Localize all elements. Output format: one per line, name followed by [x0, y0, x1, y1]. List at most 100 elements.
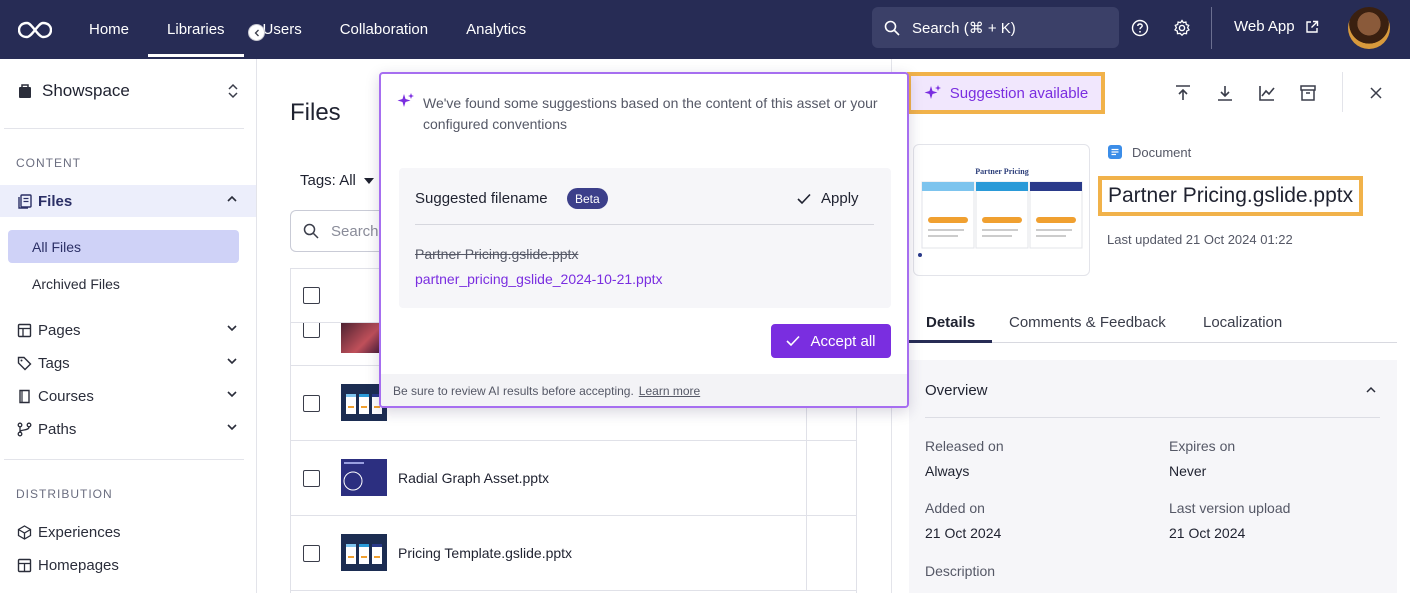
sidebar-item-all-files[interactable]: All Files: [8, 230, 239, 263]
sidebar-item-label: Paths: [38, 420, 77, 438]
chevron-down-icon[interactable]: [226, 388, 238, 400]
workspace-icon: [19, 84, 31, 98]
table-row[interactable]: Radial Graph Asset.pptx: [291, 441, 856, 516]
analytics-chart-icon[interactable]: [1258, 84, 1276, 102]
nav-home[interactable]: Home: [70, 0, 148, 59]
app-logo-icon[interactable]: [0, 0, 70, 59]
chevron-up-icon[interactable]: [226, 193, 238, 205]
sidebar-item-tags[interactable]: Tags: [0, 347, 256, 379]
released-value: Always: [925, 463, 970, 479]
learn-more-link[interactable]: Learn more: [639, 384, 700, 398]
download-icon[interactable]: [1216, 84, 1234, 102]
pages-icon: [17, 323, 32, 337]
settings-gear-icon[interactable]: [1171, 17, 1193, 39]
global-search[interactable]: Search (⌘ + K): [872, 7, 1119, 48]
overview-section: Overview Released on Always Expires on N…: [909, 360, 1397, 593]
nav-analytics[interactable]: Analytics: [447, 0, 545, 59]
chevron-down-icon[interactable]: [226, 355, 238, 367]
chevron-up-icon[interactable]: [1365, 384, 1377, 396]
cube-icon: [17, 524, 32, 540]
workspace-switcher[interactable]: Showspace: [18, 81, 130, 101]
added-value: 21 Oct 2024: [925, 525, 1002, 541]
workspace-name: Showspace: [42, 81, 130, 100]
external-link-icon: [1305, 20, 1318, 33]
suggested-filename: partner_pricing_gslide_2024-10-21.pptx: [415, 271, 663, 287]
tab-localization[interactable]: Localization: [1203, 314, 1282, 331]
sidebar-item-files[interactable]: Files: [0, 185, 256, 217]
file-name[interactable]: Radial Graph Asset.pptx: [398, 470, 549, 486]
nav-libraries[interactable]: Libraries: [148, 0, 244, 59]
sidebar-item-paths[interactable]: Paths: [0, 413, 256, 445]
popover-footer: Be sure to review AI results before acce…: [381, 374, 907, 406]
tag-icon: [17, 356, 32, 370]
page-title: Files: [290, 99, 341, 126]
tags-filter-label: Tags: All: [300, 172, 356, 189]
top-navigation: Home Libraries Users Collaboration Analy…: [0, 0, 1410, 59]
active-tab-indicator: [909, 340, 992, 343]
check-icon: [797, 193, 811, 204]
nav-collaboration[interactable]: Collaboration: [321, 0, 447, 59]
tags-filter-dropdown[interactable]: Tags: All: [300, 172, 374, 189]
row-checkbox[interactable]: [303, 470, 320, 487]
overview-title: Overview: [925, 382, 988, 399]
content-heading: CONTENT: [16, 156, 81, 170]
search-icon: [884, 20, 900, 36]
sidebar-item-label: Experiences: [38, 523, 121, 541]
asset-type: Document: [1107, 144, 1191, 160]
upload-icon[interactable]: [1174, 84, 1192, 102]
close-icon[interactable]: [1367, 84, 1385, 102]
column-divider: [806, 516, 807, 591]
preview-title: Partner Pricing: [975, 167, 1028, 176]
row-checkbox[interactable]: [303, 545, 320, 562]
book-icon: [19, 389, 30, 403]
apply-label: Apply: [821, 190, 859, 207]
sidebar-item-homepages[interactable]: Homepages: [0, 549, 256, 581]
homepage-icon: [17, 558, 32, 572]
chevron-down-icon[interactable]: [226, 421, 238, 433]
sidebar-divider: [4, 459, 244, 460]
tab-comments-feedback[interactable]: Comments & Feedback: [1009, 314, 1166, 331]
files-icon: [18, 193, 32, 209]
tab-details[interactable]: Details: [926, 314, 975, 331]
old-filename: Partner Pricing.gslide.pptx: [415, 246, 579, 262]
web-app-link[interactable]: Web App: [1234, 18, 1319, 35]
user-avatar[interactable]: [1348, 7, 1390, 49]
suggestion-available-button[interactable]: Suggestion available: [907, 72, 1105, 114]
asset-title[interactable]: Partner Pricing.gslide.pptx: [1098, 176, 1364, 216]
sidebar-item-archived-files[interactable]: Archived Files: [8, 267, 239, 300]
sidebar-item-label: Pages: [38, 321, 81, 339]
suggested-filename-heading: Suggested filename: [415, 190, 548, 207]
description-label: Description: [925, 563, 996, 579]
accept-all-button[interactable]: Accept all: [771, 324, 891, 358]
asset-preview-thumbnail[interactable]: Partner Pricing: [913, 144, 1090, 276]
asset-type-label: Document: [1132, 144, 1192, 160]
help-icon[interactable]: [1129, 17, 1151, 39]
apply-button[interactable]: Apply: [797, 190, 859, 207]
caret-down-icon: [363, 177, 374, 184]
sidebar-item-pages[interactable]: Pages: [0, 314, 256, 346]
beta-badge: Beta: [567, 188, 608, 209]
chevron-down-icon[interactable]: [226, 322, 238, 334]
file-name[interactable]: Pricing Template.gslide.pptx: [398, 545, 572, 561]
search-placeholder: Search: [331, 222, 379, 240]
last-updated: Last updated 21 Oct 2024 01:22: [1107, 232, 1293, 247]
expires-value: Never: [1169, 463, 1207, 479]
released-label: Released on: [925, 438, 1004, 454]
file-thumbnail: [341, 534, 387, 571]
last-upload-value: 21 Oct 2024: [1169, 525, 1246, 541]
sparkle-icon: [397, 93, 414, 107]
select-all-checkbox[interactable]: [303, 287, 320, 304]
actions-divider: [1342, 72, 1343, 112]
suggested-filename-card: Suggested filename Beta Apply Partner Pr…: [399, 168, 891, 308]
sidebar: Showspace CONTENT Files All Files Archiv…: [0, 59, 257, 593]
row-checkbox[interactable]: [303, 395, 320, 412]
sidebar-collapse-button[interactable]: [248, 24, 265, 41]
row-checkbox[interactable]: [303, 321, 320, 338]
table-row[interactable]: Pricing Template.gslide.pptx: [291, 516, 856, 591]
sidebar-item-courses[interactable]: Courses: [0, 380, 256, 412]
sidebar-item-experiences[interactable]: Experiences: [0, 516, 256, 548]
archive-icon[interactable]: [1299, 84, 1317, 102]
card-divider: [415, 224, 874, 225]
chevron-up-down-icon[interactable]: [227, 83, 239, 99]
sidebar-item-label: Tags: [38, 354, 70, 372]
